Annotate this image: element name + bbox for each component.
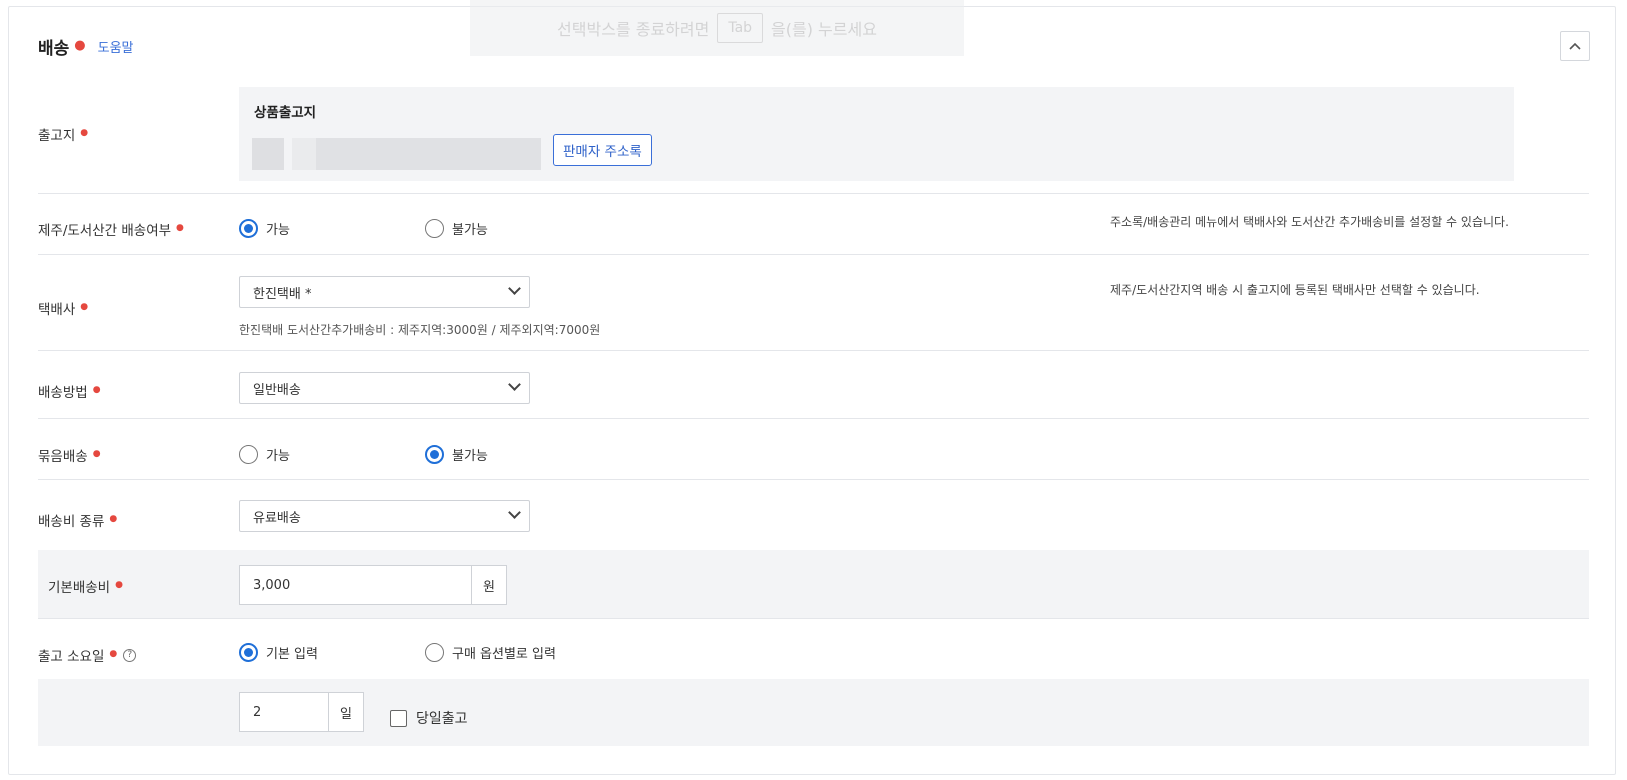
radio-label: 불가능: [452, 449, 488, 464]
courier-label-text: 택배사: [38, 302, 76, 318]
required-dot: ●: [80, 128, 89, 138]
origin-box-title: 상품출고지: [254, 105, 317, 121]
section-title: 배송: [38, 39, 70, 59]
required-dot: ●: [176, 223, 184, 233]
divider: [38, 618, 1589, 619]
fee-type-select[interactable]: 유료배송: [239, 500, 530, 532]
lead-time-label-text: 출고 소요일: [38, 649, 105, 665]
required-dot: ●: [115, 580, 123, 590]
island-shipping-label-text: 제주/도서산간 배송여부: [38, 223, 172, 239]
radio-unchecked: [425, 219, 444, 238]
divider: [38, 418, 1589, 419]
fee-type-label: 배송비 종류 ●: [38, 510, 117, 530]
lead-time-label: 출고 소요일 ● ?: [38, 645, 137, 665]
delivery-method-label: 배송방법 ●: [38, 381, 101, 401]
divider: [38, 350, 1589, 351]
lead-time-days-unit: 일: [329, 692, 364, 732]
bundle-shipping-no-radio[interactable]: 불가능: [425, 445, 488, 464]
courier-select-value: 한진택배 *: [253, 286, 312, 302]
section-header: 배송 ● 도움말: [38, 34, 134, 59]
radio-checked: [239, 643, 258, 662]
checkbox-unchecked: [390, 709, 407, 727]
fee-type-label-text: 배송비 종류: [38, 514, 105, 530]
courier-label: 택배사 ●: [38, 298, 88, 318]
redacted-address: [252, 138, 284, 170]
help-link[interactable]: 도움말: [98, 37, 134, 56]
delivery-method-label-text: 배송방법: [38, 385, 88, 401]
lead-time-default-radio[interactable]: 기본 입력: [239, 643, 318, 662]
required-dot: ●: [92, 385, 101, 395]
required-dot: ●: [109, 514, 118, 524]
radio-label: 가능: [266, 223, 290, 238]
required-dot: ●: [80, 302, 89, 312]
required-dot: ●: [74, 38, 86, 53]
keyboard-hint-toast: 선택박스를 종료하려면 Tab 을(를) 누르세요: [470, 0, 964, 56]
required-dot: ●: [109, 649, 118, 659]
bundle-shipping-yes-radio[interactable]: 가능: [239, 445, 290, 464]
courier-fee-info: 한진택배 도서산간추가배송비 : 제주지역:3000원 / 제주외지역:7000…: [239, 323, 601, 337]
radio-label: 불가능: [452, 223, 488, 238]
island-shipping-yes-radio[interactable]: 가능: [239, 219, 290, 238]
same-day-label: 당일출고: [416, 711, 468, 727]
base-fee-label: 기본배송비 ●: [48, 576, 123, 596]
question-circle-icon[interactable]: ?: [123, 648, 137, 662]
divider: [38, 193, 1589, 194]
radio-unchecked: [425, 643, 444, 662]
radio-label: 기본 입력: [266, 647, 318, 662]
origin-label: 출고지 ●: [38, 124, 88, 144]
collapse-button[interactable]: [1560, 31, 1590, 61]
chevron-down-icon: [508, 282, 521, 295]
delivery-method-select[interactable]: 일반배송: [239, 372, 530, 404]
island-shipping-label: 제주/도서산간 배송여부 ●: [38, 219, 184, 239]
fee-type-value: 유료배송: [253, 510, 301, 526]
lead-time-days-input[interactable]: 2: [239, 692, 329, 732]
radio-unchecked: [239, 445, 258, 464]
same-day-checkbox[interactable]: 당일출고: [390, 708, 468, 728]
island-shipping-note: 주소록/배송관리 메뉴에서 택배사와 도서산간 추가배송비를 설정할 수 있습니…: [1110, 215, 1509, 229]
chevron-down-icon: [508, 378, 521, 391]
base-fee-unit: 원: [472, 565, 507, 605]
address-book-button[interactable]: 판매자 주소록: [553, 134, 652, 166]
redacted-address: [292, 138, 316, 170]
lead-time-per-option-radio[interactable]: 구매 옵션별로 입력: [425, 643, 556, 662]
radio-checked: [425, 445, 444, 464]
toast-text-after: 을(를) 누르세요: [771, 20, 877, 39]
delivery-method-value: 일반배송: [253, 382, 301, 398]
base-fee-label-text: 기본배송비: [48, 580, 111, 596]
chevron-up-icon: [1569, 42, 1581, 50]
radio-label: 구매 옵션별로 입력: [452, 647, 556, 662]
bundle-shipping-label: 묶음배송 ●: [38, 445, 101, 465]
chevron-down-icon: [508, 506, 521, 519]
courier-select[interactable]: 한진택배 *: [239, 276, 530, 308]
island-shipping-no-radio[interactable]: 불가능: [425, 219, 488, 238]
base-fee-input[interactable]: 3,000: [239, 565, 472, 605]
required-dot: ●: [92, 449, 101, 459]
redacted-address: [316, 138, 541, 170]
toast-text-before: 선택박스를 종료하려면: [557, 20, 710, 39]
radio-checked: [239, 219, 258, 238]
bundle-shipping-label-text: 묶음배송: [38, 449, 88, 465]
courier-note: 제주/도서산간지역 배송 시 출고지에 등록된 택배사만 선택할 수 있습니다.: [1110, 283, 1480, 297]
origin-label-text: 출고지: [38, 128, 76, 144]
radio-label: 가능: [266, 449, 290, 464]
divider: [38, 254, 1589, 255]
toast-key: Tab: [717, 13, 764, 43]
divider: [38, 479, 1589, 480]
